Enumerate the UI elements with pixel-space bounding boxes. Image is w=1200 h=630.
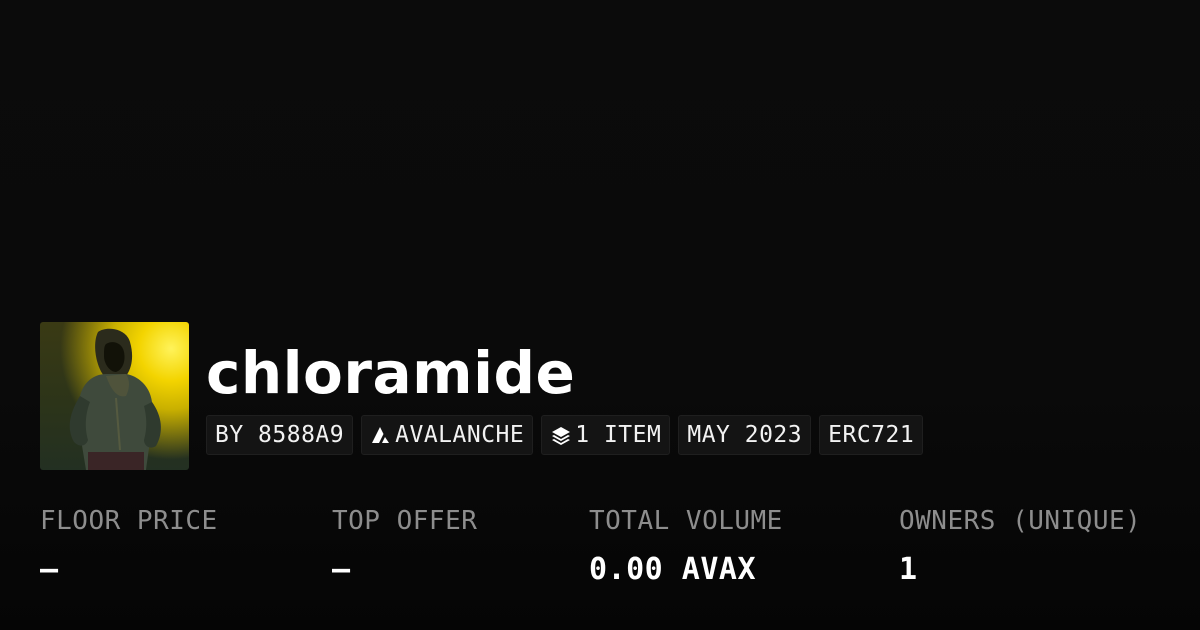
total-volume-stat: TOTAL VOLUME 0.00 AVAX	[589, 500, 783, 590]
floor-price-stat: FLOOR PRICE –	[40, 500, 218, 590]
created-date-label: MAY 2023	[687, 422, 803, 448]
collection-card: chloramide BY 8588A9 AVALANCHE 1 ITEM MA…	[0, 0, 1200, 630]
top-offer-value: –	[332, 552, 351, 587]
owners-value: 1	[899, 552, 918, 587]
hooded-figure-image	[69, 328, 161, 470]
top-offer-label: TOP OFFER	[332, 506, 478, 536]
collection-title: chloramide	[206, 339, 576, 407]
chain-chip[interactable]: AVALANCHE	[361, 415, 534, 455]
token-standard-label: ERC721	[828, 422, 915, 448]
top-offer-stat: TOP OFFER –	[332, 500, 477, 590]
collection-tags: BY 8588A9 AVALANCHE 1 ITEM MAY 2023 ERC7…	[206, 415, 924, 455]
owners-stat: OWNERS (UNIQUE) 1	[899, 500, 1141, 590]
token-standard-chip: ERC721	[819, 415, 924, 455]
collection-avatar	[40, 322, 189, 470]
creator-label: BY 8588A9	[215, 422, 345, 448]
item-count-label: 1 ITEM	[575, 422, 662, 448]
layers-icon	[550, 424, 572, 446]
owners-label: OWNERS (UNIQUE)	[899, 506, 1142, 536]
floor-price-value: –	[40, 552, 59, 587]
total-volume-value: 0.00 AVAX	[589, 552, 757, 587]
floor-price-label: FLOOR PRICE	[40, 506, 218, 536]
total-volume-label: TOTAL VOLUME	[589, 506, 783, 536]
item-count-chip[interactable]: 1 ITEM	[541, 415, 671, 455]
created-date-chip: MAY 2023	[678, 415, 812, 455]
avalanche-icon	[370, 424, 392, 446]
creator-chip[interactable]: BY 8588A9	[206, 415, 354, 455]
chain-label: AVALANCHE	[395, 422, 525, 448]
